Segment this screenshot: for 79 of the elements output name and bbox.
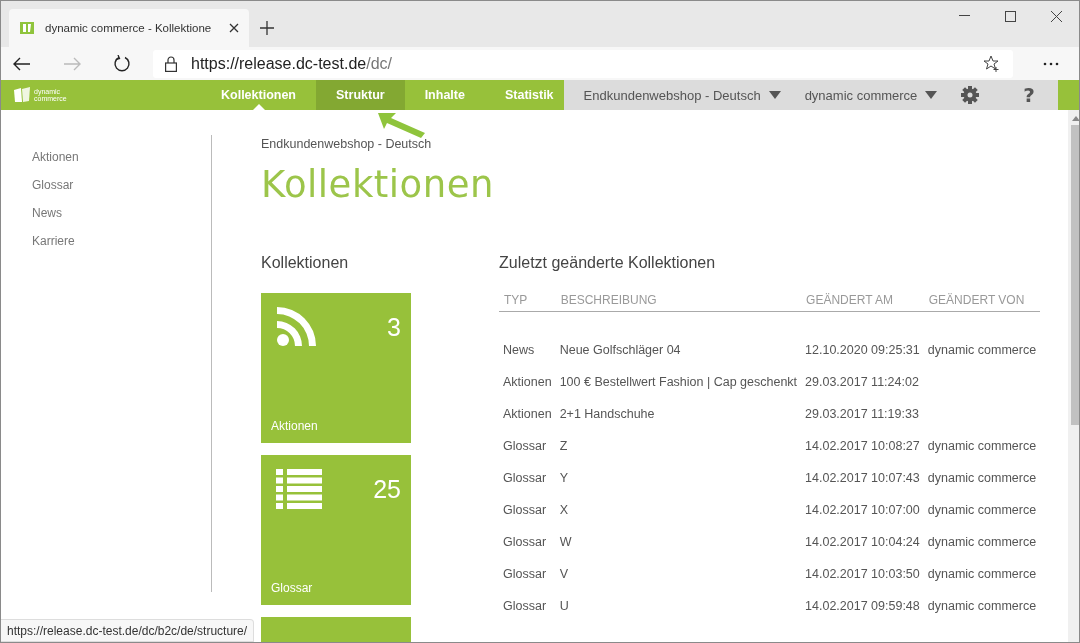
table-cell-text: 14.02.2017 10:07:00 (804, 501, 921, 519)
table-cell-text: Y (558, 469, 569, 487)
favicon-icon (19, 20, 35, 36)
table-cell-text: 29.03.2017 11:24:02 (804, 373, 920, 391)
table-cell-text: dynamic commerce (926, 597, 1038, 615)
lock-icon (165, 55, 177, 72)
section-heading: Zuletzt geänderte Kollektionen (499, 254, 717, 272)
table-cell-text: dynamic commerce (926, 565, 1038, 583)
close-icon[interactable] (229, 23, 239, 33)
table-cell-text: 29.03.2017 11:19:33 (804, 405, 920, 423)
list-icon (276, 469, 322, 509)
logo-icon (13, 86, 31, 104)
table-cell-text: Glossar (502, 437, 548, 455)
status-url: https://release.dc-test.de/dc/b2c/de/structure/ (1, 619, 255, 642)
back-icon[interactable] (13, 56, 31, 71)
favorite-star-icon[interactable] (983, 55, 1001, 72)
table-cell-text: dynamic commerce (926, 469, 1038, 487)
table-cell-text: dynamic commerce (926, 533, 1038, 551)
new-tab-icon[interactable] (260, 21, 274, 35)
table-cell-text: dynamic commerce (926, 341, 1038, 359)
table-cell-text: 14.02.2017 09:59:48 (804, 597, 921, 615)
table-cell-text: Glossar (502, 501, 548, 519)
close-icon[interactable] (1050, 10, 1062, 22)
table-cell-text: 14.02.2017 10:08:27 (804, 437, 921, 455)
table-cell-text: Aktionen (502, 373, 553, 391)
table-cell-text: Glossar (502, 533, 548, 551)
sidebar-item[interactable]: Aktionen (1, 150, 211, 164)
table-cell-text: dynamic commerce (926, 437, 1038, 455)
refresh-icon[interactable] (113, 54, 131, 73)
table-cell-text: 14.02.2017 10:03:50 (804, 565, 921, 583)
table-cell-text: Neue Golfschläger 04 (558, 341, 682, 359)
url-text: https://release.dc-test.de/dc/ (191, 54, 393, 73)
help-button[interactable]: ? (1023, 83, 1035, 107)
table-cell-text: 14.02.2017 10:04:24 (804, 533, 921, 551)
rss-icon (276, 307, 316, 347)
table-cell-text: 14.02.2017 10:07:43 (804, 469, 921, 487)
tile-count: 3 (387, 313, 401, 342)
browser-tab[interactable]: dynamic commerce - Kollektione (9, 9, 249, 47)
caret-icon (925, 91, 938, 99)
table-cell-text: 100 € Bestellwert Fashion | Cap geschenkt (558, 373, 799, 391)
more-icon[interactable] (1043, 61, 1059, 66)
dropdown[interactable]: Endkundenwebshop - Deutsch (583, 87, 781, 103)
table-cell-text: W (558, 533, 573, 551)
column-header: BESCHREIBUNG (555, 293, 802, 312)
nav-tab[interactable]: Struktur (316, 80, 405, 110)
table-cell-text: V (558, 565, 569, 583)
table-cell-text: 2+1 Handschuhe (558, 405, 656, 423)
table-cell-text: Glossar (502, 565, 548, 583)
maximize-icon[interactable] (1004, 10, 1016, 22)
arrow-icon (376, 111, 426, 139)
tile-label: Aktionen (271, 419, 318, 433)
table-cell-text: U (558, 597, 570, 615)
column-header: TYP (499, 293, 556, 312)
sidebar-item[interactable]: News (1, 206, 211, 220)
table-cell-text: dynamic commerce (926, 501, 1038, 519)
caret-icon (768, 91, 781, 99)
tile-label: Glossar (271, 581, 313, 595)
minimize-icon[interactable] (958, 15, 970, 17)
table-cell-text: Z (558, 437, 569, 455)
table-cell-text: Aktionen (502, 405, 553, 423)
breadcrumb: Endkundenwebshop - Deutsch (261, 137, 433, 151)
address-bar[interactable]: https://release.dc-test.de/dc/ (153, 49, 1013, 78)
tab-title: dynamic commerce - Kollektione (45, 22, 213, 34)
sidebar-item[interactable]: Glossar (1, 178, 211, 192)
scroll-up-icon[interactable] (1072, 116, 1079, 121)
page-title: Kollektionen (261, 163, 495, 206)
settings-icon[interactable] (961, 86, 980, 104)
dropdown[interactable]: dynamic commerce (804, 87, 938, 103)
table-cell-text: X (558, 501, 569, 519)
section-heading: Kollektionen (261, 254, 350, 272)
column-header: GEÄNDERT AM (801, 293, 924, 312)
column-header: GEÄNDERT VON (923, 293, 1041, 312)
table-cell-text: News (502, 341, 536, 359)
scrollbar-thumb[interactable] (1071, 125, 1079, 425)
tile-count: 25 (373, 475, 401, 504)
table-cell-text: Glossar (502, 469, 548, 487)
table-cell-text: Glossar (502, 597, 548, 615)
sidebar-item[interactable]: Karriere (1, 234, 211, 248)
table-cell-text: 12.10.2020 09:25:31 (804, 341, 921, 359)
